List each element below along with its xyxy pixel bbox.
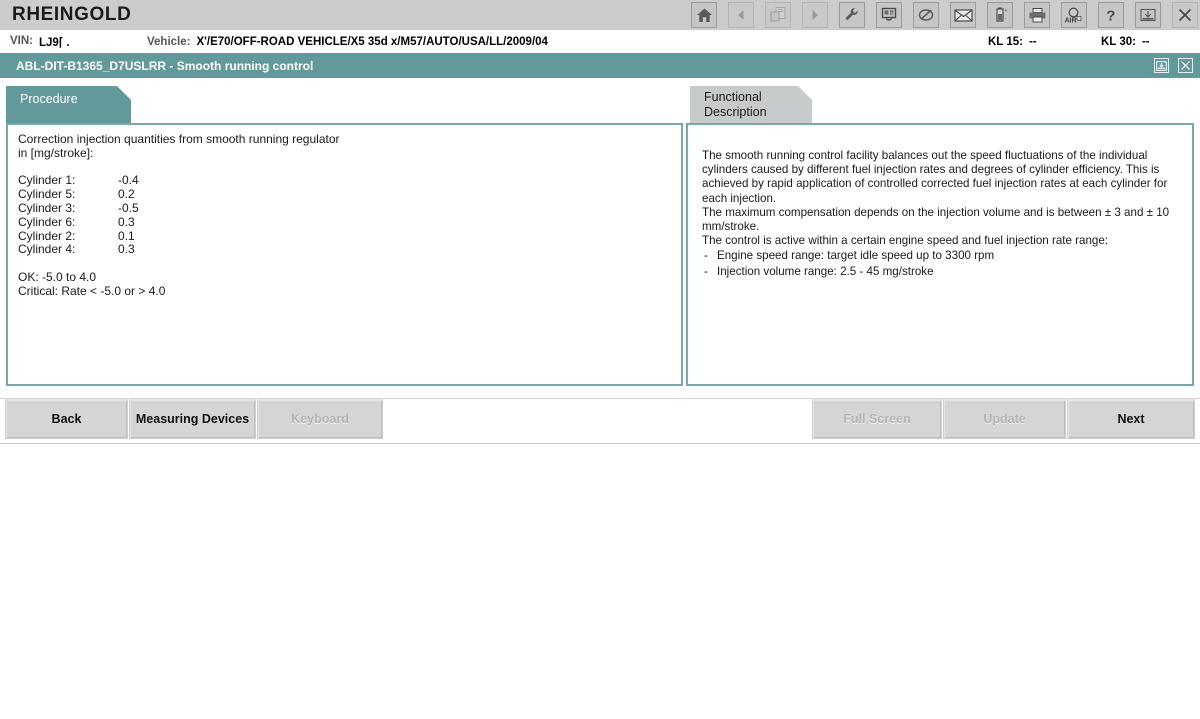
update-button: Update: [943, 399, 1066, 439]
document-title-bar: ABL-DIT-B1365_D7USLRR - Smooth running c…: [0, 53, 1200, 78]
cylinder-name: Cylinder 5:: [18, 187, 76, 202]
full-screen-button: Full Screen: [812, 399, 942, 439]
functional-paragraph-1: The smooth running control facility bala…: [702, 149, 1168, 205]
procedure-heading-line1: Correction injection quantities from smo…: [18, 132, 340, 146]
next-button[interactable]: Next: [1067, 399, 1195, 439]
vehicle-group: Vehicle: X'/E70/OFF-ROAD VEHICLE/X5 35d …: [147, 36, 548, 48]
cylinder-row: Cylinder 3: -0.5: [18, 200, 671, 216]
svg-text:+: +: [1005, 8, 1008, 14]
svg-text:-: -: [1005, 16, 1007, 22]
back-arrow-icon[interactable]: [728, 2, 754, 28]
footer-button-bar: Back Measuring Devices Keyboard Full Scr…: [0, 398, 1200, 443]
procedure-content: Correction injection quantities from smo…: [8, 125, 681, 307]
content-area: Correction injection quantities from smo…: [0, 123, 1200, 398]
kl15-group: KL 15: --: [988, 36, 1037, 48]
cylinder-value: 0.2: [118, 187, 135, 202]
battery-icon[interactable]: + -: [987, 2, 1013, 28]
vin-label: VIN:: [10, 34, 33, 47]
bullet-text: Injection volume range: 2.5 - 45 mg/stro…: [717, 264, 934, 278]
kl30-value: --: [1141, 35, 1150, 48]
functional-paragraph-3: The control is active within a certain e…: [702, 234, 1109, 248]
diagnostics-icon[interactable]: [876, 2, 902, 28]
desktop-background: [0, 443, 1200, 719]
cylinder-value: 0.3: [118, 214, 135, 229]
functional-description-content: The smooth running control facility bala…: [688, 125, 1192, 287]
functional-bullet-2: - Injection volume range: 2.5 - 45 mg/st…: [702, 265, 1178, 279]
wrench-icon[interactable]: [839, 2, 865, 28]
tab-functional-description[interactable]: Functional Description: [690, 86, 812, 123]
cylinder-row: Cylinder 1: -0.4: [18, 174, 671, 188]
critical-range-text: Critical: Rate < -5.0 or > 4.0: [18, 283, 166, 298]
procedure-heading-line2: in [mg/stroke]:: [18, 145, 94, 160]
printer-icon[interactable]: [1024, 2, 1050, 28]
bullet-text: Engine speed range: target idle speed up…: [717, 249, 995, 263]
ok-range-text: OK: -5.0 to 4.0: [18, 269, 97, 284]
procedure-panel: Correction injection quantities from smo…: [6, 123, 683, 386]
cylinder-row: Cylinder 5: 0.2: [18, 187, 671, 202]
bullet-marker: -: [704, 264, 708, 278]
kl30-group: KL 30: --: [1101, 36, 1150, 48]
vehicle-label: Vehicle:: [147, 35, 191, 48]
forward-arrow-icon[interactable]: [802, 2, 828, 28]
svg-text:?: ?: [1106, 8, 1115, 25]
cylinder-name: Cylinder 3:: [18, 200, 76, 215]
bullet-marker: -: [704, 249, 708, 263]
tab-strip: Procedure Functional Description: [0, 78, 1200, 123]
keyboard-button: Keyboard: [257, 399, 383, 439]
vehicle-value: X'/E70/OFF-ROAD VEHICLE/X5 35d x/M57/AUT…: [196, 35, 548, 48]
measuring-devices-button[interactable]: Measuring Devices: [129, 399, 256, 439]
close-window-icon[interactable]: [1172, 2, 1198, 28]
back-button[interactable]: Back: [5, 399, 128, 439]
functional-bullet-1: - Engine speed range: target idle speed …: [702, 249, 1178, 263]
connector-icon[interactable]: [913, 2, 939, 28]
cylinder-name: Cylinder 6:: [18, 214, 76, 229]
minimize-window-icon[interactable]: [1135, 2, 1161, 28]
application-brand-title: RHEINGOLD: [12, 4, 132, 25]
tab-functional-description-label-line1: Functional: [704, 90, 762, 104]
cylinder-row: Cylinder 2: 0.1: [18, 228, 671, 244]
vin-value: LJ9⌈ .: [39, 36, 70, 49]
tab-procedure[interactable]: Procedure: [6, 86, 131, 123]
cylinder-name: Cylinder 2:: [18, 228, 76, 243]
main-toolbar: + - AIR ?: [691, 0, 1198, 30]
functional-description-panel: The smooth running control facility bala…: [686, 123, 1194, 386]
cylinder-row: Cylinder 6: 0.3: [18, 214, 671, 230]
cylinder-name: Cylinder 4:: [18, 242, 76, 257]
mail-icon[interactable]: [950, 2, 976, 28]
svg-text:AIR: AIR: [1065, 18, 1077, 25]
cylinder-value: 0.3: [118, 242, 135, 257]
cylinder-value: -0.4: [118, 173, 139, 188]
cylinder-value: 0.1: [118, 228, 135, 243]
tab-functional-description-label-line2: Description: [704, 105, 767, 119]
help-icon[interactable]: ?: [1098, 2, 1124, 28]
kl15-value: --: [1028, 35, 1037, 48]
vehicle-info-bar: VIN: LJ9⌈ . Vehicle: X'/E70/OFF-ROAD VEH…: [0, 30, 1200, 53]
home-icon[interactable]: [691, 2, 717, 28]
tab-procedure-label: Procedure: [20, 92, 78, 106]
rheingold-application-window: RHEINGOLD + - AIR ? VIN: LJ9⌈ . Vehicle:…: [0, 0, 1200, 719]
kl15-label: KL 15:: [988, 35, 1023, 48]
kl30-label: KL 30:: [1101, 35, 1136, 48]
page-title: ABL-DIT-B1365_D7USLRR - Smooth running c…: [16, 58, 314, 73]
close-icon[interactable]: [1178, 58, 1193, 73]
application-top-bar: RHEINGOLD + - AIR ?: [0, 0, 1200, 30]
vin-group: VIN: LJ9⌈ .: [10, 35, 70, 49]
airbag-search-icon[interactable]: AIR: [1061, 2, 1087, 28]
documents-icon[interactable]: [765, 2, 791, 28]
functional-paragraph-2: The maximum compensation depends on the …: [702, 205, 1170, 234]
document-window-buttons: [1154, 58, 1193, 73]
cylinder-name: Cylinder 1:: [18, 173, 76, 188]
cylinder-row: Cylinder 4: 0.3: [18, 243, 671, 257]
restore-icon[interactable]: [1154, 58, 1169, 73]
cylinder-value: -0.5: [118, 200, 139, 215]
